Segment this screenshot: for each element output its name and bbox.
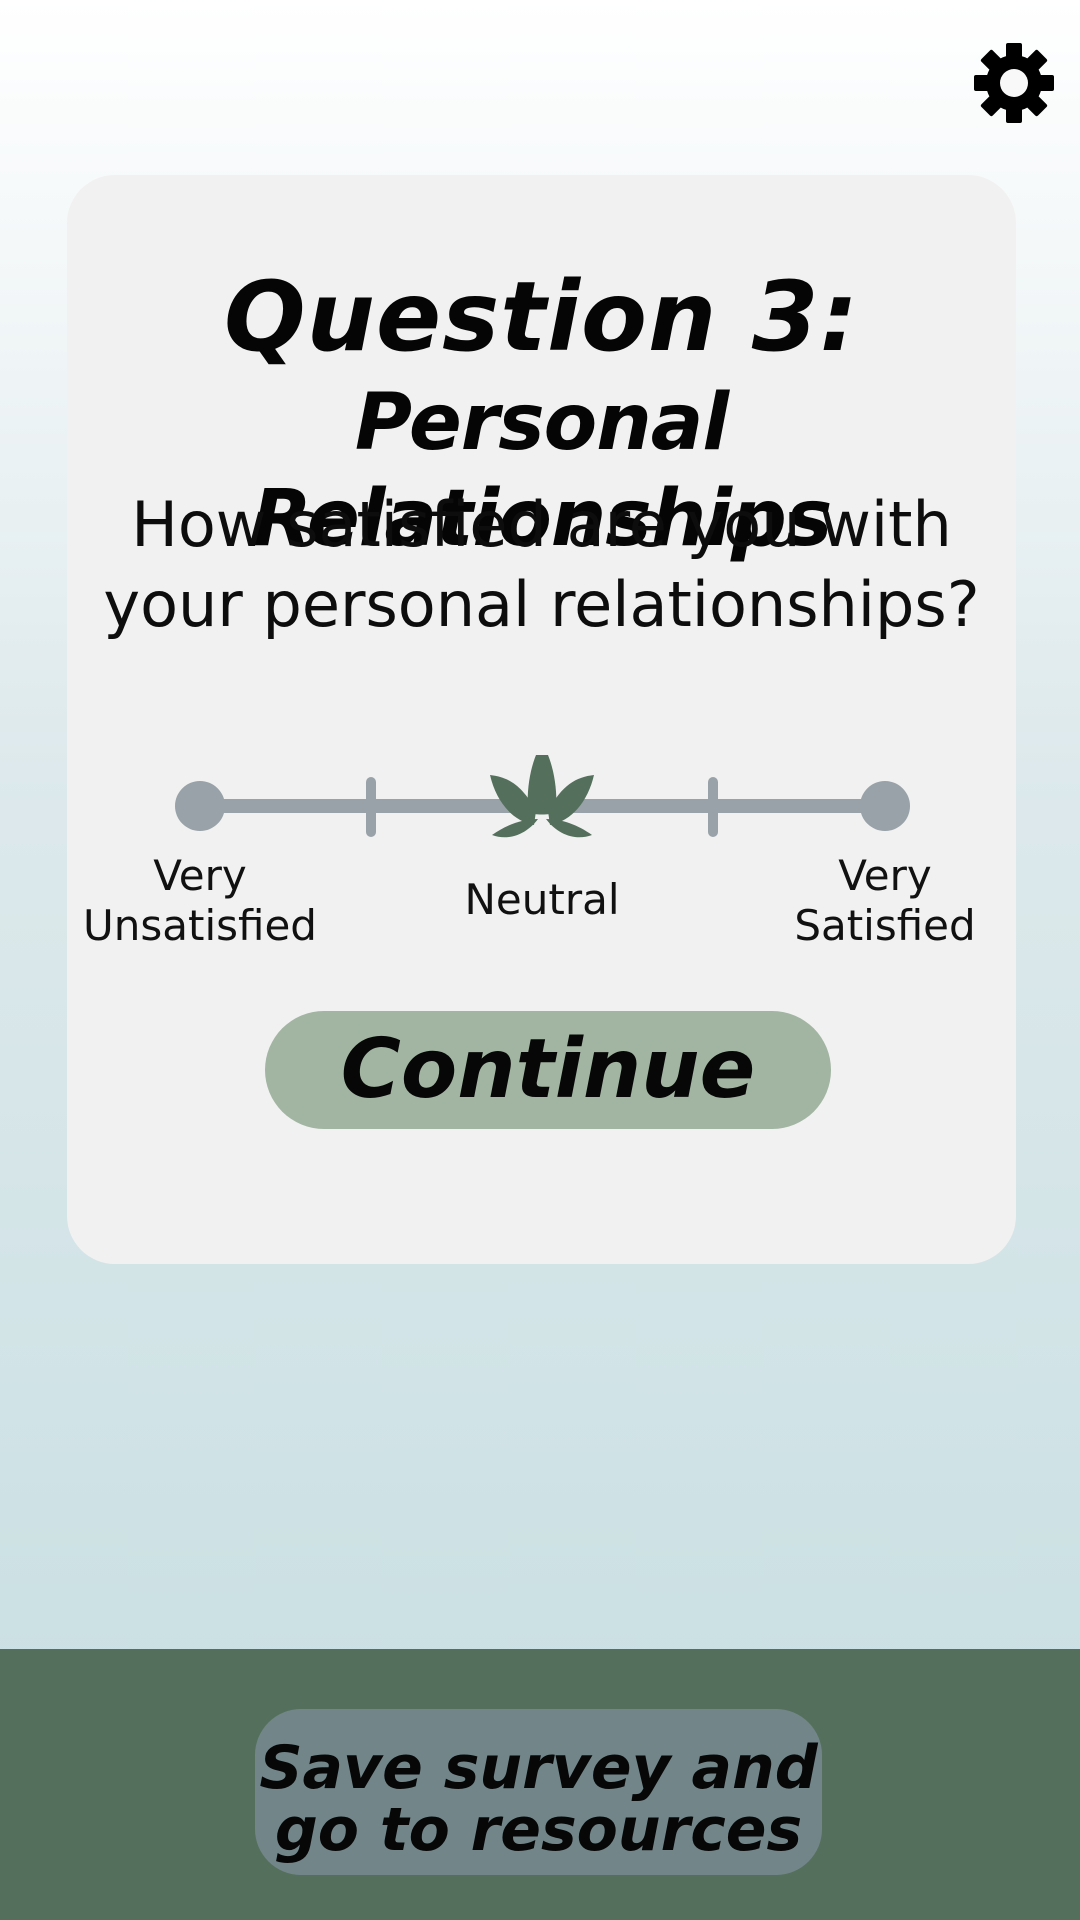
- save-button-line-1: Save survey and: [259, 1733, 818, 1803]
- footer-bar: Save survey and go to resources: [0, 1649, 1080, 1920]
- leaf-icon[interactable]: [490, 743, 594, 838]
- satisfaction-slider[interactable]: Very Unsatisfied Neutral Very Satisfied: [67, 743, 1016, 975]
- slider-min-stop[interactable]: [175, 781, 225, 831]
- scale-label-neutral: Neutral: [464, 875, 620, 924]
- gear-icon: [974, 43, 1054, 123]
- slider-max-stop[interactable]: [860, 781, 910, 831]
- save-button-line-2: go to resources: [274, 1795, 803, 1865]
- survey-card: Question 3: Personal Relationships How s…: [67, 175, 1016, 1264]
- continue-button[interactable]: Continue: [265, 1011, 831, 1129]
- slider-tick-4[interactable]: [708, 777, 718, 837]
- question-number: Question 3:: [224, 261, 859, 373]
- question-text-line-2: your personal relationships?: [103, 568, 980, 641]
- question-text-line-1: How satisfied are you with: [131, 488, 952, 561]
- save-and-go-to-resources-button[interactable]: Save survey and go to resources: [255, 1709, 822, 1875]
- scale-label-very-satisfied: Very Satisfied: [794, 851, 976, 950]
- scale-label-very-unsatisfied: Very Unsatisfied: [83, 851, 317, 950]
- question-text: How satisfied are you with your personal…: [97, 485, 986, 645]
- settings-button[interactable]: [974, 43, 1054, 123]
- slider-tick-2[interactable]: [366, 777, 376, 837]
